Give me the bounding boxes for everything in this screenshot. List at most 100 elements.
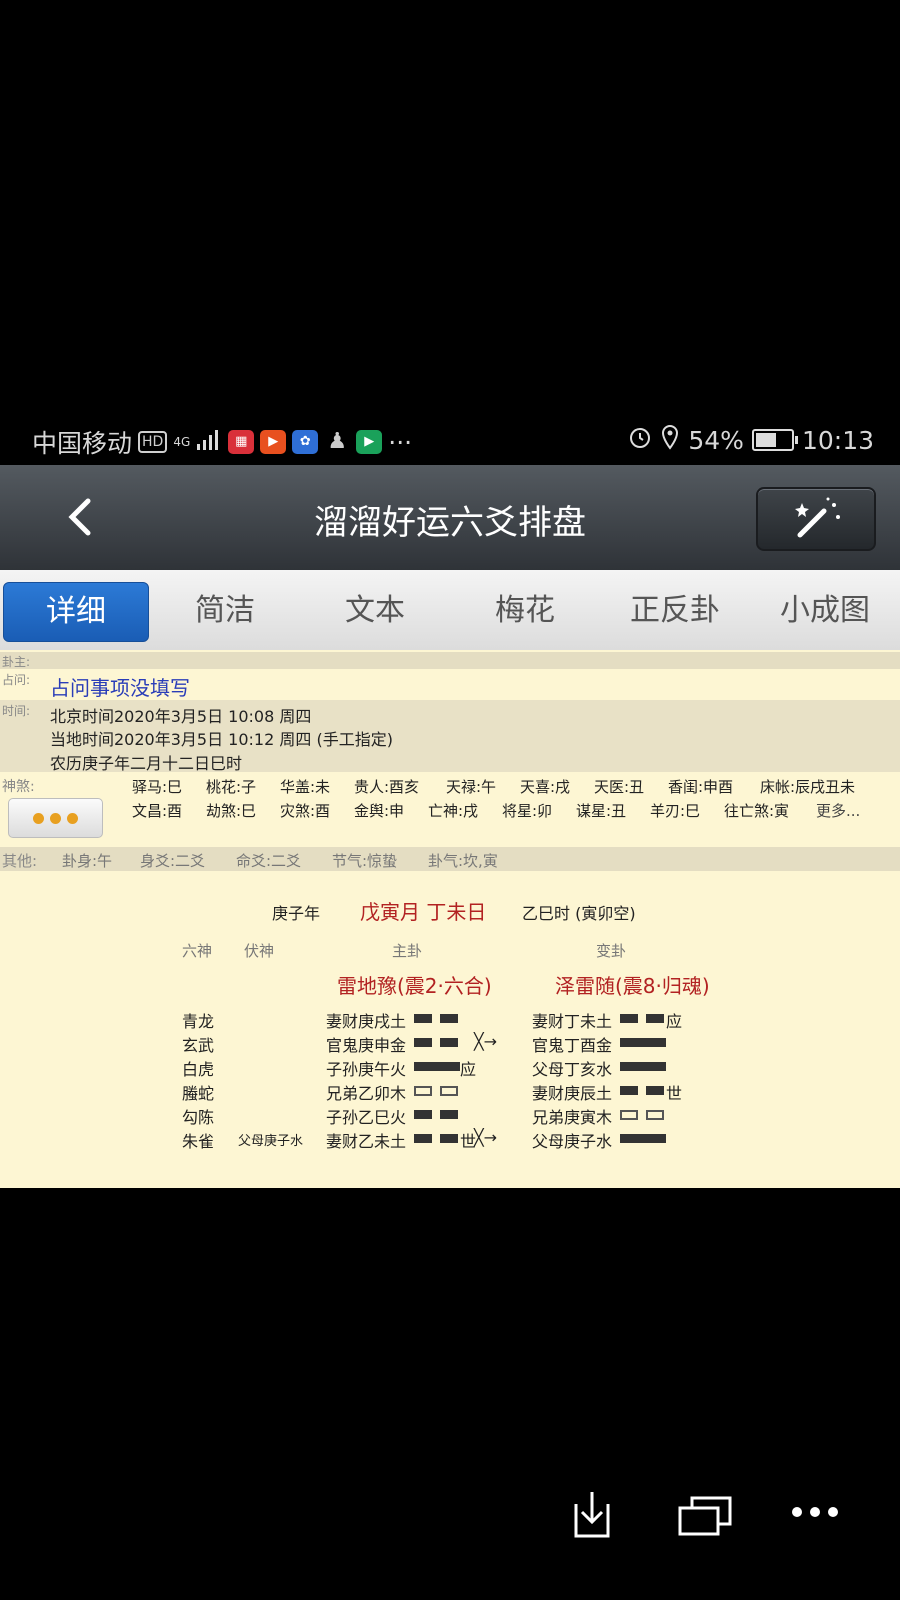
- month-day-label: 戊寅月 丁未日: [360, 900, 487, 924]
- liushen-label: 玄武: [182, 1036, 215, 1055]
- main-yao-label: 妻财乙未土: [326, 1132, 407, 1151]
- col-liushen: 六神: [182, 942, 213, 960]
- yao-segment: [620, 1110, 638, 1120]
- save-download-button[interactable]: [570, 1490, 614, 1544]
- download-icon: [574, 1492, 610, 1538]
- shensha-item: 羊刃:巳: [650, 802, 701, 820]
- shensha-item: 香闺:申酉: [668, 778, 734, 796]
- battery-icon: [751, 429, 798, 451]
- yao-segment: [414, 1014, 432, 1023]
- other-item: 节气:惊蛰: [332, 852, 398, 870]
- yao-segment: [414, 1134, 432, 1143]
- bian-yao-label: 官鬼丁酉金: [532, 1036, 613, 1055]
- windows-button[interactable]: [678, 1494, 734, 1542]
- bian-yao-line: [620, 1086, 666, 1098]
- bian-yao-line: [620, 1038, 666, 1050]
- yao-segment: [646, 1110, 664, 1120]
- yao-segment: [620, 1062, 666, 1071]
- zhanwen-label: 占问:: [2, 673, 31, 687]
- tab-text[interactable]: 文本: [300, 582, 450, 640]
- baidu-app-icon: ✿: [292, 430, 319, 454]
- shensha-label: 神煞:: [2, 779, 35, 795]
- yao-segment: [414, 1110, 432, 1119]
- time-row: 时间: 北京时间2020年3月5日 10:08 周四 当地时间2020年3月5日…: [0, 700, 900, 773]
- col-biangua: 变卦: [596, 942, 627, 960]
- bian-yao-label: 兄弟庚寅木: [532, 1108, 613, 1127]
- magic-wand-button[interactable]: [756, 487, 876, 551]
- more-menu-button[interactable]: [790, 1504, 840, 1524]
- liushen-label: 勾陈: [182, 1108, 215, 1127]
- shensha-item: 往亡煞:寅: [724, 802, 790, 820]
- calendar-app-icon: ▦: [228, 430, 255, 454]
- liushen-label: 青龙: [182, 1012, 215, 1031]
- change-marker: ╳→: [474, 1128, 498, 1147]
- more-dots-icon: [792, 1507, 838, 1517]
- zhugua-name: 雷地豫(震2·六合): [337, 974, 492, 998]
- shensha-item: 天喜:戌: [520, 778, 571, 796]
- other-item: 身爻:二爻: [140, 852, 206, 870]
- guazhu-label: 卦主:: [2, 655, 31, 669]
- main-yao-line: [414, 1014, 460, 1026]
- main-yao-line: [414, 1110, 460, 1122]
- bian-yao-line: [620, 1134, 666, 1146]
- hd-icon: HD: [138, 431, 168, 453]
- bian-yao-label: 父母庚子水: [532, 1132, 613, 1151]
- shensha-item: 灾煞:酉: [280, 802, 331, 820]
- main-yao-label: 兄弟乙卯木: [326, 1084, 407, 1103]
- clock: 10:13: [801, 425, 874, 455]
- yao-segment: [440, 1086, 458, 1096]
- bian-yao-label: 父母丁亥水: [532, 1060, 613, 1079]
- yao-segment: [646, 1086, 664, 1095]
- shensha-item: 将星:卯: [502, 802, 553, 820]
- liushen-label: 螣蛇: [182, 1084, 215, 1103]
- other-item: 卦气:坎,寅: [428, 852, 498, 870]
- status-bar: 中国移动 HD 4G ▦ ▶ ✿ ♟ ▶ ··· 54% 10:13: [0, 418, 900, 462]
- fushen-label: 父母庚子水: [238, 1134, 304, 1149]
- multi-window-icon: [678, 1496, 732, 1536]
- beijing-time: 北京时间2020年3月5日 10:08 周四: [50, 707, 312, 726]
- yao-segment: [620, 1134, 666, 1143]
- main-yao-label: 子孙庚午火: [326, 1060, 407, 1079]
- shensha-item: 贵人:酉亥: [354, 778, 420, 796]
- app-header: 溜溜好运六爻排盘: [0, 465, 900, 570]
- local-time: 当地时间2020年3月5日 10:12 周四 (手工指定): [50, 730, 393, 749]
- shensha-item: 文昌:酉: [132, 802, 183, 820]
- yao-segment: [440, 1110, 458, 1119]
- bian-yao-label: 妻财丁未土: [532, 1012, 613, 1031]
- shensha-item: 劫煞:巳: [206, 802, 257, 820]
- bian-shiying-mark: 世: [666, 1084, 683, 1103]
- main-yao-line: [414, 1134, 460, 1146]
- zhanwen-value[interactable]: 占问事项没填写: [50, 672, 190, 701]
- yao-segment: [440, 1014, 458, 1023]
- other-item: 卦身:午: [62, 852, 113, 870]
- more-options-button[interactable]: [8, 798, 103, 838]
- shensha-more-link[interactable]: 更多...: [816, 800, 860, 821]
- tab-xiaocheng[interactable]: 小成图: [750, 582, 900, 640]
- bian-yao-label: 妻财庚辰土: [532, 1084, 613, 1103]
- location-icon: [660, 424, 680, 456]
- battery-percent: 54%: [688, 425, 744, 455]
- lunar-time: 农历庚子年二月十二日巳时: [50, 754, 243, 773]
- bian-yao-line: [620, 1014, 666, 1026]
- video-app-icon: ▶: [260, 430, 287, 454]
- time-label: 时间:: [2, 704, 31, 718]
- network-label: 4G: [173, 435, 191, 449]
- tab-zhengfan[interactable]: 正反卦: [600, 582, 750, 640]
- other-label: 其他:: [2, 852, 38, 870]
- dot-icon: [67, 813, 78, 824]
- yao-segment: [414, 1086, 432, 1096]
- tab-simple[interactable]: 简洁: [150, 582, 300, 640]
- tab-meihua[interactable]: 梅花: [450, 582, 600, 640]
- liushen-label: 白虎: [182, 1060, 215, 1079]
- yao-segment: [620, 1086, 638, 1095]
- shensha-item: 桃花:子: [206, 778, 257, 796]
- tab-detail[interactable]: 详细: [3, 582, 149, 642]
- guazhu-row: 卦主:: [0, 652, 900, 669]
- shensha-item: 天医:丑: [594, 778, 645, 796]
- biangua-name: 泽雷随(震8·归魂): [555, 974, 710, 998]
- change-marker: ╳→: [474, 1032, 498, 1051]
- tab-bar: 详细 简洁 文本 梅花 正反卦 小成图: [0, 570, 900, 651]
- dot-icon: [50, 813, 61, 824]
- alarm-icon: [628, 425, 652, 455]
- shensha-item: 天禄:午: [446, 778, 497, 796]
